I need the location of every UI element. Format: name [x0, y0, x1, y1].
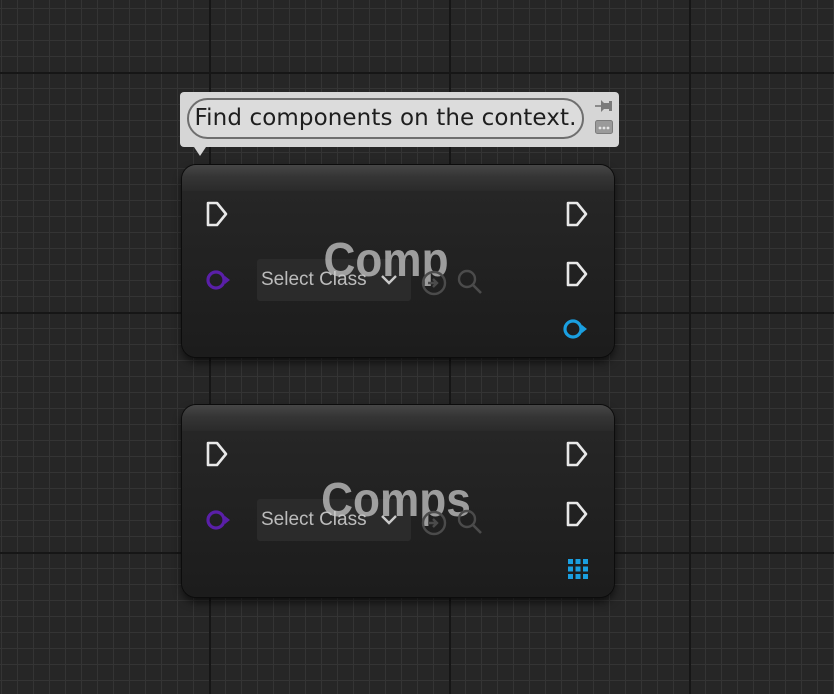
ellipsis-icon[interactable] [595, 120, 613, 134]
pin-icon[interactable] [594, 98, 614, 114]
comment-tail [194, 147, 206, 156]
exec-out-pin-icon[interactable] [564, 200, 590, 228]
object-in-pin-icon[interactable] [204, 507, 234, 533]
node-comment[interactable]: Find components on the context. [180, 92, 619, 156]
node-header[interactable] [182, 405, 614, 432]
array-out-pin-icon[interactable] [567, 558, 589, 580]
blueprint-node-comp[interactable]: Select Class Comp [182, 165, 614, 357]
use-selected-asset-icon[interactable] [420, 269, 448, 297]
node-header[interactable] [182, 165, 614, 192]
exec-out-pin-icon[interactable] [564, 500, 590, 528]
exec-out-pin-icon[interactable] [564, 440, 590, 468]
comment-text[interactable]: Find components on the context. [187, 98, 584, 139]
browse-search-icon[interactable] [455, 507, 485, 537]
object-in-pin-icon[interactable] [204, 267, 234, 293]
exec-out-pin-icon[interactable] [564, 260, 590, 288]
blueprint-node-comps[interactable]: Select Class Comps [182, 405, 614, 597]
use-selected-asset-icon[interactable] [420, 509, 448, 537]
exec-in-pin-icon[interactable] [204, 200, 230, 228]
object-out-pin-icon[interactable] [560, 316, 590, 342]
browse-search-icon[interactable] [455, 267, 485, 297]
exec-in-pin-icon[interactable] [204, 440, 230, 468]
